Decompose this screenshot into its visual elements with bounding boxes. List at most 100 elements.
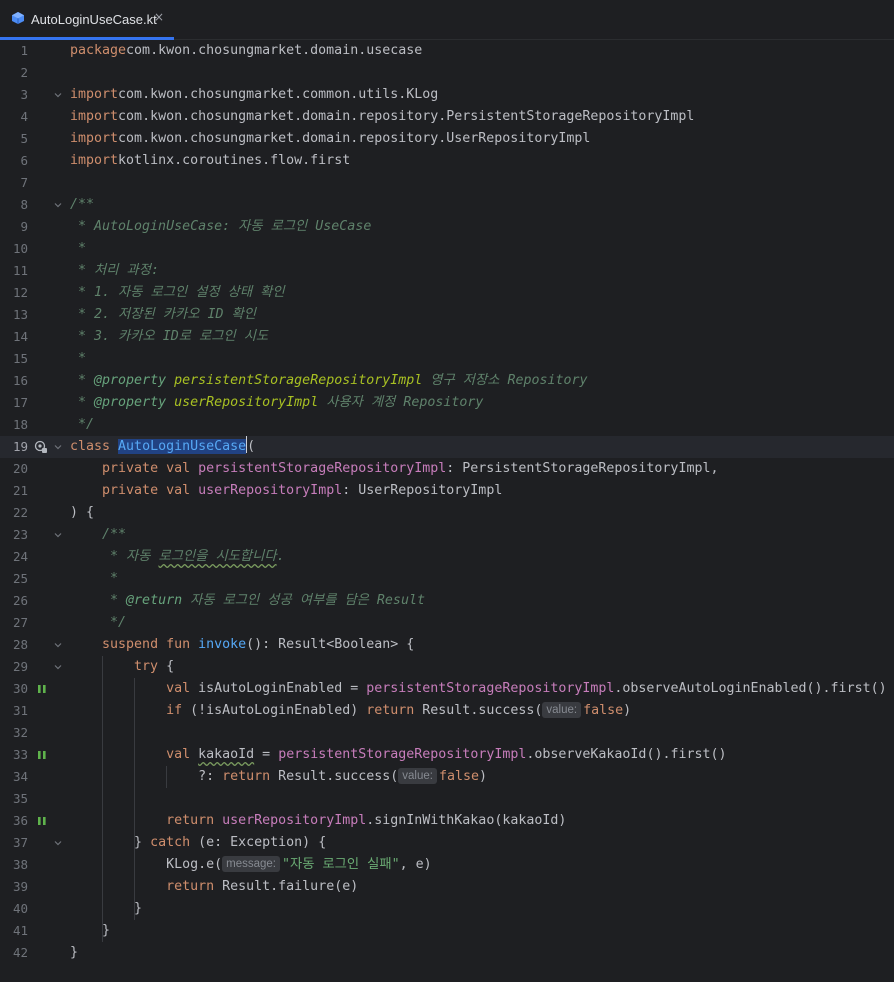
code-text[interactable]: */	[70, 414, 94, 436]
code-line-9[interactable]: 9 * AutoLoginUseCase: 자동 로그인 UseCase	[0, 216, 894, 238]
fold-chevron-icon[interactable]	[53, 200, 63, 210]
close-icon[interactable]: ×	[154, 10, 164, 24]
code-text[interactable]: class AutoLoginUseCase(	[70, 436, 255, 458]
fold-chevron-icon[interactable]	[53, 838, 63, 848]
code-text[interactable]: } catch (e: Exception) {	[70, 832, 326, 854]
code-text[interactable]: KLog.e(message: "자동 로그인 실패", e)	[70, 854, 432, 876]
code-line-2[interactable]: 2	[0, 62, 894, 84]
code-line-28[interactable]: 28 suspend fun invoke(): Result<Boolean>…	[0, 634, 894, 656]
code-line-23[interactable]: 23 /**	[0, 524, 894, 546]
code-text[interactable]: * @return 자동 로그인 성공 여부를 담은 Result	[70, 590, 425, 612]
code-line-18[interactable]: 18 */	[0, 414, 894, 436]
fold-chevron-icon[interactable]	[53, 640, 63, 650]
code-text[interactable]: importcom.kwon.chosungmarket.common.util…	[70, 84, 438, 106]
code-text[interactable]: * 1. 자동 로그인 설정 상태 확인	[70, 282, 285, 304]
code-line-29[interactable]: 29 try {	[0, 656, 894, 678]
code-line-7[interactable]: 7	[0, 172, 894, 194]
code-line-42[interactable]: 42}	[0, 942, 894, 964]
code-token: (!isAutoLoginEnabled)	[190, 703, 367, 718]
code-line-22[interactable]: 22) {	[0, 502, 894, 524]
line-number: 11	[12, 263, 28, 278]
code-line-17[interactable]: 17 * @property userRepositoryImpl 사용자 계정…	[0, 392, 894, 414]
code-text[interactable]: * 2. 저장된 카카오 ID 확인	[70, 304, 256, 326]
code-text[interactable]: ) {	[70, 502, 94, 524]
fold-chevron-icon[interactable]	[53, 662, 63, 672]
code-token: Result.success(	[422, 703, 543, 718]
code-token: */	[70, 615, 127, 630]
code-line-11[interactable]: 11 * 처리 과정:	[0, 260, 894, 282]
code-text[interactable]: * @property persistentStorageRepositoryI…	[70, 370, 588, 392]
code-text[interactable]: }	[70, 942, 78, 964]
code-text[interactable]: * 처리 과정:	[70, 260, 159, 282]
code-token: @property	[94, 395, 167, 410]
code-line-24[interactable]: 24 * 자동 로그인을 시도합니다.	[0, 546, 894, 568]
code-line-5[interactable]: 5 importcom.kwon.chosungmarket.domain.rep…	[0, 128, 894, 150]
code-text[interactable]: try {	[70, 656, 174, 678]
tab-autologinusecase[interactable]: AutoLoginUseCase.kt ×	[0, 0, 174, 40]
code-token: * 자동	[70, 549, 159, 564]
code-line-26[interactable]: 26 * @return 자동 로그인 성공 여부를 담은 Result	[0, 590, 894, 612]
code-line-27[interactable]: 27 */	[0, 612, 894, 634]
code-line-25[interactable]: 25 *	[0, 568, 894, 590]
code-line-21[interactable]: 21 private val userRepositoryImpl: UserR…	[0, 480, 894, 502]
suspend-call-icon	[38, 685, 46, 693]
code-text[interactable]: *	[70, 238, 86, 260]
code-text[interactable]: * 자동 로그인을 시도합니다.	[70, 546, 285, 568]
code-text[interactable]: private val userRepositoryImpl: UserRepo…	[70, 480, 502, 502]
code-text[interactable]: *	[70, 568, 118, 590]
code-line-16[interactable]: 16 * @property persistentStorageReposito…	[0, 370, 894, 392]
code-text[interactable]: importkotlinx.coroutines.flow.first	[70, 150, 350, 172]
code-text[interactable]: return Result.failure(e)	[70, 876, 358, 898]
code-text[interactable]: * @property userRepositoryImpl 사용자 계정 Re…	[70, 392, 483, 414]
code-token: }	[70, 923, 111, 938]
code-text[interactable]: */	[70, 612, 126, 634]
code-token: )	[623, 703, 632, 718]
code-line-4[interactable]: 4 importcom.kwon.chosungmarket.domain.rep…	[0, 106, 894, 128]
code-line-10[interactable]: 10 *	[0, 238, 894, 260]
code-token: * AutoLoginUseCase: 자동 로그인 UseCase	[70, 219, 372, 234]
fold-chevron-icon[interactable]	[53, 530, 63, 540]
code-line-3[interactable]: 3 importcom.kwon.chosungmarket.common.uti…	[0, 84, 894, 106]
code-token: : PersistentStorageRepositoryImpl,	[446, 461, 719, 476]
code-text[interactable]: /**	[70, 194, 94, 216]
code-line-6[interactable]: 6 importkotlinx.coroutines.flow.first	[0, 150, 894, 172]
code-text[interactable]: if (!isAutoLoginEnabled) return Result.s…	[70, 700, 631, 722]
line-number: 12	[12, 285, 28, 300]
code-text[interactable]: val kakaoId = persistentStorageRepositor…	[70, 744, 726, 766]
code-line-15[interactable]: 15 *	[0, 348, 894, 370]
code-token: *	[70, 593, 127, 608]
code-token: /**	[70, 197, 95, 212]
code-line-20[interactable]: 20 private val persistentStorageReposito…	[0, 458, 894, 480]
code-text[interactable]: ?: return Result.success(value: false)	[70, 766, 487, 788]
code-text[interactable]: suspend fun invoke(): Result<Boolean> {	[70, 634, 414, 656]
code-line-19[interactable]: 19 class AutoLoginUseCase(	[0, 436, 894, 458]
code-token: * 3. 카카오 ID로 로그인 시도	[70, 329, 269, 344]
code-line-41[interactable]: 41 }	[0, 920, 894, 942]
code-text[interactable]: * 3. 카카오 ID로 로그인 시도	[70, 326, 268, 348]
line-number: 13	[12, 307, 28, 322]
code-token: package	[70, 43, 127, 58]
code-line-14[interactable]: 14 * 3. 카카오 ID로 로그인 시도	[0, 326, 894, 348]
code-text[interactable]: importcom.kwon.chosungmarket.domain.repo…	[70, 106, 694, 128]
code-text[interactable]: importcom.kwon.chosungmarket.domain.repo…	[70, 128, 590, 150]
code-text[interactable]: private val persistentStorageRepositoryI…	[70, 458, 718, 480]
code-editor[interactable]: 1 packagecom.kwon.chosungmarket.domain.us…	[0, 40, 894, 982]
editor-tab-bar: AutoLoginUseCase.kt ×	[0, 0, 894, 40]
code-text[interactable]: *	[70, 348, 86, 370]
code-line-12[interactable]: 12 * 1. 자동 로그인 설정 상태 확인	[0, 282, 894, 304]
code-token: (e: Exception) {	[198, 835, 327, 850]
code-text[interactable]: * AutoLoginUseCase: 자동 로그인 UseCase	[70, 216, 371, 238]
code-line-8[interactable]: 8 /**	[0, 194, 894, 216]
code-text[interactable]: val isAutoLoginEnabled = persistentStora…	[70, 678, 887, 700]
code-line-1[interactable]: 1 packagecom.kwon.chosungmarket.domain.us…	[0, 40, 894, 62]
code-text[interactable]: return userRepositoryImpl.signInWithKaka…	[70, 810, 566, 832]
fold-chevron-icon[interactable]	[53, 90, 63, 100]
code-text[interactable]: /**	[70, 524, 126, 546]
inheritance-icon[interactable]	[34, 440, 48, 454]
code-line-13[interactable]: 13 * 2. 저장된 카카오 ID 확인	[0, 304, 894, 326]
fold-chevron-icon[interactable]	[53, 442, 63, 452]
code-text[interactable]: packagecom.kwon.chosungmarket.domain.use…	[70, 40, 422, 62]
line-number: 29	[12, 659, 28, 674]
code-text[interactable]: }	[70, 898, 142, 920]
code-text[interactable]: }	[70, 920, 110, 942]
